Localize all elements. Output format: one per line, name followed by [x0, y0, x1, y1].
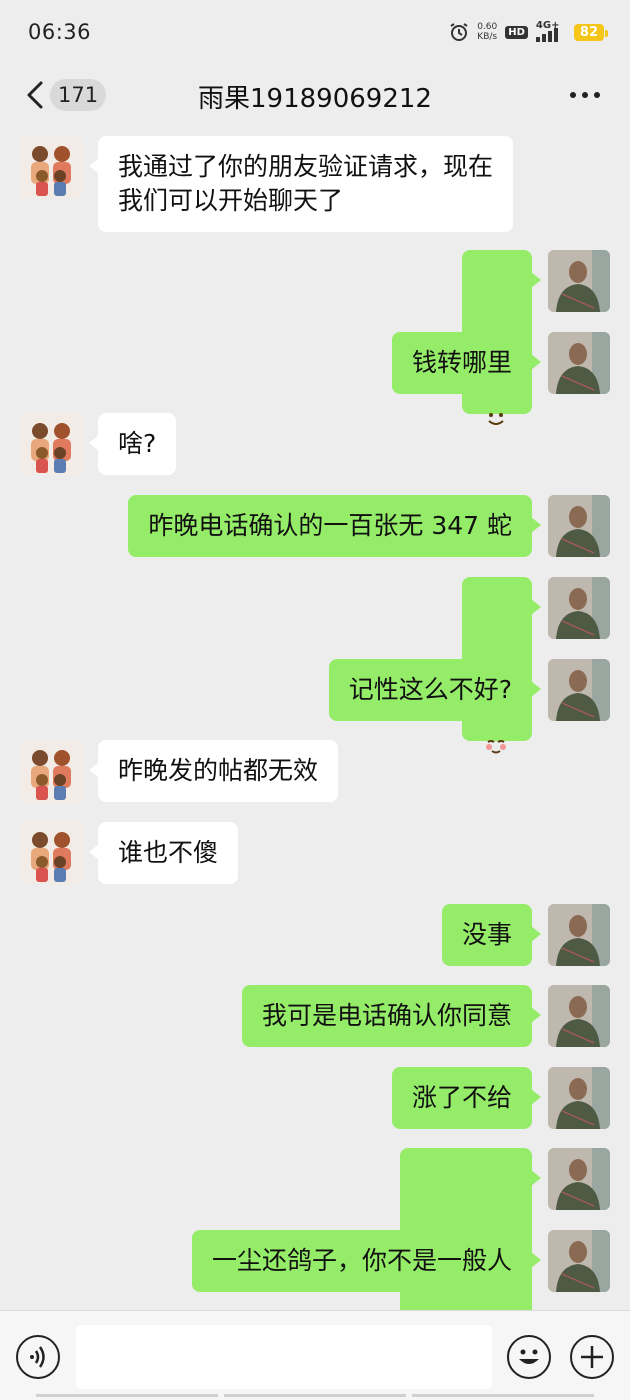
- hd-badge: HD: [505, 25, 528, 39]
- message-bubble[interactable]: 啥?: [88, 413, 177, 475]
- contact-avatar[interactable]: [20, 822, 82, 884]
- alarm-icon: [450, 23, 468, 41]
- voice-icon[interactable]: [16, 1335, 60, 1379]
- speed-value: 0.60: [477, 22, 498, 32]
- message-bubble[interactable]: 昨晚电话确认的一百张无 347 蛇: [128, 495, 541, 557]
- message-bubble[interactable]: 我可是电话确认你同意: [241, 985, 542, 1047]
- user-avatar[interactable]: [548, 904, 610, 966]
- user-avatar[interactable]: [548, 1230, 610, 1292]
- message-bubble[interactable]: 昨晚发的帖都无效: [88, 740, 339, 802]
- user-avatar[interactable]: [548, 985, 610, 1047]
- signal-icon: 4G+: [535, 20, 566, 42]
- chat-title: 雨果19189069212: [198, 84, 432, 114]
- contact-avatar[interactable]: [20, 413, 82, 475]
- message-bubble[interactable]: 谁也不傻: [88, 822, 239, 884]
- network-speed: 0.60 KB/s: [477, 22, 497, 42]
- user-avatar[interactable]: [548, 1148, 610, 1210]
- contact-avatar[interactable]: [20, 136, 82, 198]
- status-time: 06:36: [28, 20, 92, 44]
- speed-unit: KB/s: [477, 32, 498, 42]
- more-dots-icon[interactable]: [570, 92, 600, 98]
- plus-icon[interactable]: [570, 1335, 614, 1379]
- emoji-icon[interactable]: [507, 1335, 551, 1379]
- message-list[interactable]: 我通过了你的朋友验证请求，现在 我们可以开始聊天了 钱转哪里 啥? 昨晚电话确认…: [0, 126, 630, 1319]
- status-icons: 0.60 KB/s HD 4G+ 82: [449, 20, 609, 42]
- message-bubble[interactable]: 我通过了你的朋友验证请求，现在 我们可以开始聊天了: [88, 136, 514, 232]
- user-avatar[interactable]: [548, 250, 610, 312]
- user-avatar[interactable]: [548, 659, 610, 721]
- user-avatar[interactable]: [548, 1067, 610, 1129]
- message-bubble[interactable]: 没事: [441, 904, 542, 966]
- user-avatar[interactable]: [548, 495, 610, 557]
- home-indicator: [0, 1394, 630, 1398]
- message-bubble[interactable]: 一尘还鸽子，你不是一般人: [191, 1230, 542, 1292]
- message-bubble[interactable]: 涨了不给: [391, 1067, 542, 1129]
- user-avatar[interactable]: [548, 577, 610, 639]
- input-bar: [0, 1310, 630, 1400]
- status-bar: 06:36 0.60 KB/s HD 4G+ 82: [0, 0, 630, 64]
- battery-icon: 82: [573, 23, 609, 41]
- message-input[interactable]: [76, 1325, 492, 1389]
- message-bubble[interactable]: 钱转哪里: [391, 332, 542, 394]
- chat-header: 171 雨果19189069212: [0, 64, 630, 126]
- contact-avatar[interactable]: [20, 740, 82, 802]
- user-avatar[interactable]: [548, 332, 610, 394]
- message-bubble[interactable]: 记性这么不好?: [328, 659, 542, 721]
